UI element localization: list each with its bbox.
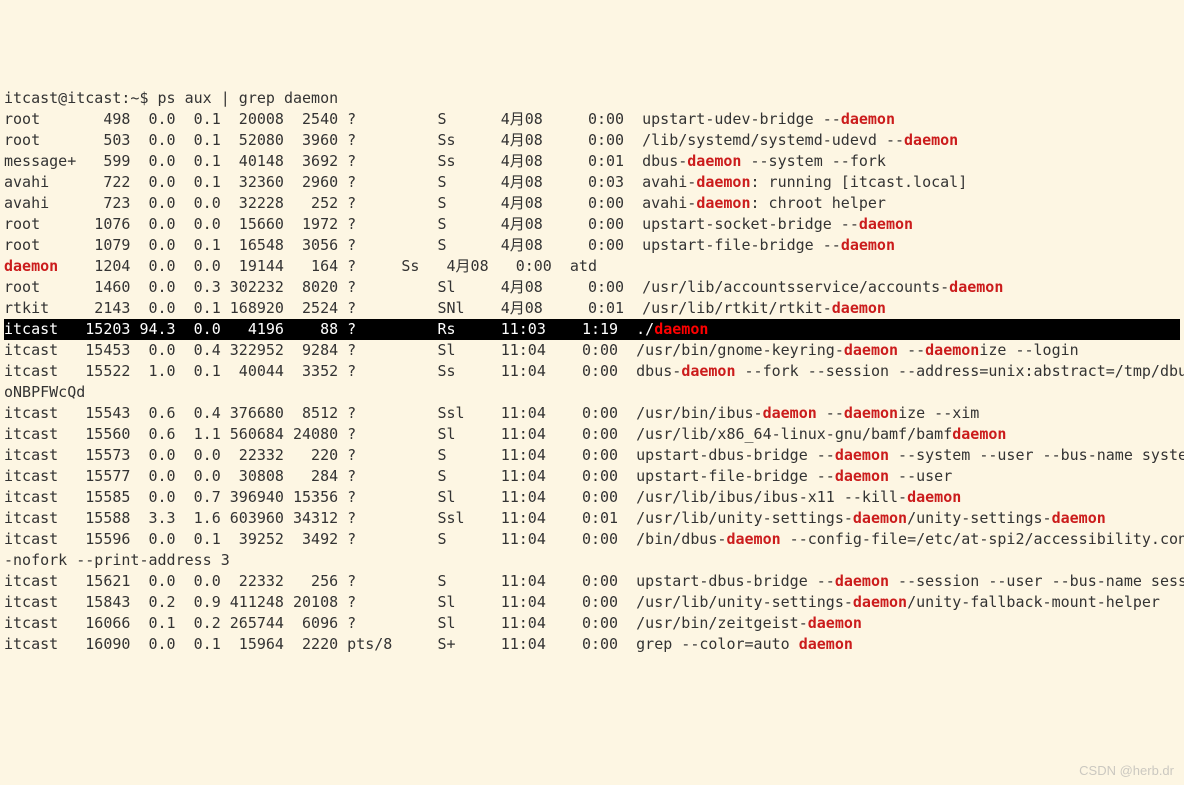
process-row: avahi 722 0.0 0.1 32360 2960 ? S 4月08 0:… xyxy=(4,172,1180,193)
watermark: CSDN @herb.dr xyxy=(1079,760,1174,781)
terminal-output: itcast@itcast:~$ ps aux | grep daemonroo… xyxy=(4,88,1180,655)
process-row: root 1079 0.0 0.1 16548 3056 ? S 4月08 0:… xyxy=(4,235,1180,256)
process-row: itcast 15543 0.6 0.4 376680 8512 ? Ssl 1… xyxy=(4,403,1180,424)
process-row: root 503 0.0 0.1 52080 3960 ? Ss 4月08 0:… xyxy=(4,130,1180,151)
process-row: itcast 15577 0.0 0.0 30808 284 ? S 11:04… xyxy=(4,466,1180,487)
process-row: root 1076 0.0 0.0 15660 1972 ? S 4月08 0:… xyxy=(4,214,1180,235)
process-row: itcast 15621 0.0 0.0 22332 256 ? S 11:04… xyxy=(4,571,1180,592)
process-row: root 1460 0.0 0.3 302232 8020 ? Sl 4月08 … xyxy=(4,277,1180,298)
process-row: daemon 1204 0.0 0.0 19144 164 ? Ss 4月08 … xyxy=(4,256,1180,277)
process-row: itcast 15453 0.0 0.4 322952 9284 ? Sl 11… xyxy=(4,340,1180,361)
process-row: itcast 15843 0.2 0.9 411248 20108 ? Sl 1… xyxy=(4,592,1180,613)
process-row: itcast 16090 0.0 0.1 15964 2220 pts/8 S+… xyxy=(4,634,1180,655)
process-row: itcast 16066 0.1 0.2 265744 6096 ? Sl 11… xyxy=(4,613,1180,634)
process-row: itcast 15573 0.0 0.0 22332 220 ? S 11:04… xyxy=(4,445,1180,466)
process-row: avahi 723 0.0 0.0 32228 252 ? S 4月08 0:0… xyxy=(4,193,1180,214)
process-row: rtkit 2143 0.0 0.1 168920 2524 ? SNl 4月0… xyxy=(4,298,1180,319)
process-row: itcast 15522 1.0 0.1 40044 3352 ? Ss 11:… xyxy=(4,361,1180,382)
process-row: root 498 0.0 0.1 20008 2540 ? S 4月08 0:0… xyxy=(4,109,1180,130)
process-row: itcast 15588 3.3 1.6 603960 34312 ? Ssl … xyxy=(4,508,1180,529)
process-row: itcast 15203 94.3 0.0 4196 88 ? Rs 11:03… xyxy=(4,319,1180,340)
process-row: itcast 15596 0.0 0.1 39252 3492 ? S 11:0… xyxy=(4,529,1180,550)
process-row-wrap: -nofork --print-address 3 xyxy=(4,550,1180,571)
process-row-wrap: oNBPFWcQd xyxy=(4,382,1180,403)
process-row: message+ 599 0.0 0.1 40148 3692 ? Ss 4月0… xyxy=(4,151,1180,172)
process-row: itcast 15585 0.0 0.7 396940 15356 ? Sl 1… xyxy=(4,487,1180,508)
command-line: itcast@itcast:~$ ps aux | grep daemon xyxy=(4,88,1180,109)
process-row: itcast 15560 0.6 1.1 560684 24080 ? Sl 1… xyxy=(4,424,1180,445)
